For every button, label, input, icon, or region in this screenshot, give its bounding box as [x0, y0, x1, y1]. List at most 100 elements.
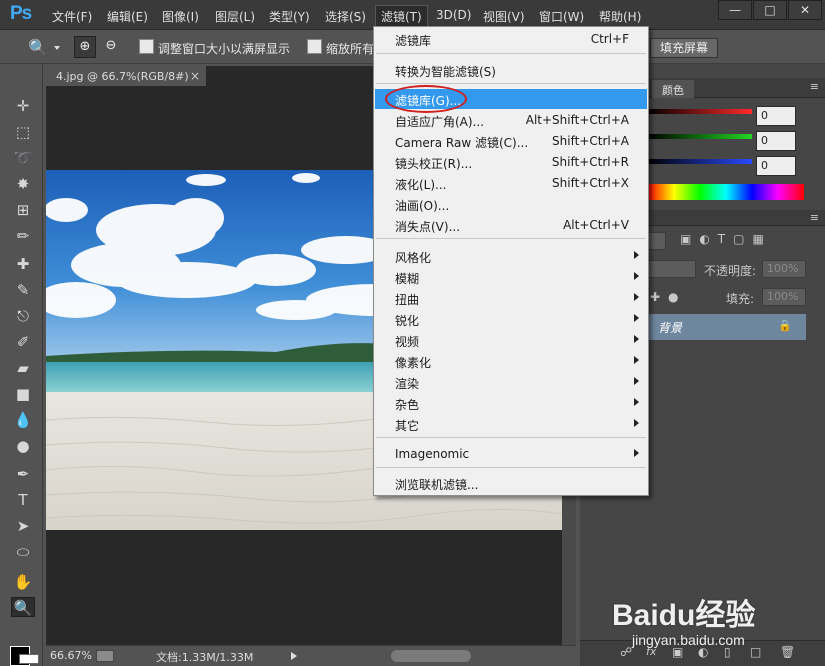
menu-item-label: 其它	[395, 419, 420, 433]
blend-mode-dropdown[interactable]	[646, 260, 696, 278]
gradient-tool-icon[interactable]: ■	[11, 384, 35, 404]
tab-color[interactable]: 颜色	[652, 80, 694, 98]
menu-image[interactable]: 图像(I)	[162, 8, 199, 25]
zoom-in-icon[interactable]: ⊕	[74, 36, 96, 58]
green-slider[interactable]	[648, 134, 752, 139]
menu-item-label: 消失点(V)...	[395, 220, 461, 234]
red-slider[interactable]	[648, 109, 752, 114]
zoom-tool-icon[interactable]: 🔍	[28, 38, 48, 57]
menu-item-imagenomic[interactable]: Imagenomic	[375, 444, 647, 464]
brush-tool-icon[interactable]: ✎	[11, 280, 35, 300]
menu-item-video[interactable]: 视频	[375, 330, 647, 350]
healing-brush-icon[interactable]: ✚	[11, 254, 35, 274]
close-icon[interactable]: ✕	[788, 0, 822, 20]
menu-item-label: 滤镜库	[395, 34, 432, 48]
resize-windows-checkbox[interactable]	[139, 39, 154, 54]
menu-item-stylize[interactable]: 风格化	[375, 246, 647, 266]
opacity-field[interactable]: 100%	[762, 260, 806, 278]
lock-icons[interactable]: ✚●	[650, 290, 687, 304]
red-value[interactable]: 0	[756, 106, 796, 126]
blur-tool-icon[interactable]: 💧	[11, 410, 35, 430]
menu-item-render[interactable]: 渲染	[375, 372, 647, 392]
menu-item-label: 锐化	[395, 314, 420, 328]
watermark-url: jingyan.baidu.com	[632, 632, 745, 648]
menu-item-adaptive-wide-angle[interactable]: 自适应广角(A)... Alt+Shift+Ctrl+A	[375, 110, 647, 130]
menu-item-noise[interactable]: 杂色	[375, 393, 647, 413]
menu-file[interactable]: 文件(F)	[52, 8, 92, 25]
menu-item-liquify[interactable]: 液化(L)... Shift+Ctrl+X	[375, 173, 647, 193]
eyedropper-icon[interactable]: ✏	[11, 226, 35, 246]
blue-slider[interactable]	[648, 159, 752, 164]
menu-item-label: 油画(O)...	[395, 199, 450, 213]
menu-view[interactable]: 视图(V)	[483, 8, 525, 25]
zoom-all-checkbox[interactable]	[307, 39, 322, 54]
tab-close-icon[interactable]: ×	[190, 69, 200, 83]
horizontal-scrollbar[interactable]	[391, 650, 471, 662]
lasso-tool-icon[interactable]: ➰	[11, 148, 35, 168]
menu-item-convert-smart-filter[interactable]: 转换为智能滤镜(S)	[375, 60, 647, 80]
menu-item-label: Camera Raw 滤镜(C)...	[395, 136, 529, 150]
menu-3d[interactable]: 3D(D)	[436, 8, 471, 22]
ellipse-tool-icon[interactable]: ⬭	[11, 542, 35, 562]
menu-item-blur[interactable]: 模糊	[375, 267, 647, 287]
menu-type[interactable]: 类型(Y)	[269, 8, 310, 25]
blue-value[interactable]: 0	[756, 156, 796, 176]
background-color-swatch[interactable]	[19, 654, 39, 664]
menu-item-other[interactable]: 其它	[375, 414, 647, 434]
menu-layer[interactable]: 图层(L)	[215, 8, 255, 25]
document-info: 文档:1.33M/1.33M	[156, 651, 254, 664]
menu-item-pixelate[interactable]: 像素化	[375, 351, 647, 371]
layer-kind-dropdown[interactable]	[646, 232, 666, 250]
status-toggle-icon[interactable]	[96, 650, 114, 662]
clone-stamp-icon[interactable]: ⎋	[11, 306, 35, 326]
history-brush-icon[interactable]: ✐	[11, 332, 35, 352]
crop-tool-icon[interactable]: ⊞	[11, 200, 35, 220]
menu-item-browse-online-filters[interactable]: 浏览联机滤镜...	[375, 473, 647, 493]
menu-help[interactable]: 帮助(H)	[599, 8, 641, 25]
pen-tool-icon[interactable]: ✒	[11, 464, 35, 484]
menu-edit[interactable]: 编辑(E)	[107, 8, 148, 25]
menu-item-camera-raw[interactable]: Camera Raw 滤镜(C)... Shift+Ctrl+A	[375, 131, 647, 151]
type-tool-icon[interactable]: T	[11, 490, 35, 510]
zoom-out-icon[interactable]: ⊖	[100, 36, 122, 58]
menu-select[interactable]: 选择(S)	[325, 8, 366, 25]
layer-filter-icons[interactable]: ▣◐T▢▦	[680, 232, 772, 246]
filter-menu: 滤镜库 Ctrl+F 转换为智能滤镜(S) 滤镜库(G)... 自适应广角(A)…	[373, 26, 649, 496]
layer-row-background[interactable]: 背景 🔒	[648, 314, 806, 340]
watermark-brand: Baidu经验	[612, 599, 756, 632]
menu-item-distort[interactable]: 扭曲	[375, 288, 647, 308]
document-tab[interactable]: 4.jpg @ 66.7%(RGB/8#) ×	[46, 66, 206, 86]
maximize-icon[interactable]: □	[753, 0, 787, 20]
move-tool-icon[interactable]: ✛	[11, 96, 35, 116]
menu-item-label: 视频	[395, 335, 420, 349]
magic-wand-icon[interactable]: ✸	[11, 174, 35, 194]
hand-tool-icon[interactable]: ✋	[11, 572, 35, 592]
menu-item-shortcut: Alt+Ctrl+V	[563, 218, 629, 232]
menu-item-lens-correction[interactable]: 镜头校正(R)... Shift+Ctrl+R	[375, 152, 647, 172]
menu-filter[interactable]: 滤镜(T)	[375, 5, 428, 27]
dodge-tool-icon[interactable]: ●	[11, 436, 35, 456]
color-spectrum[interactable]	[648, 184, 804, 200]
menu-item-sharpen[interactable]: 锐化	[375, 309, 647, 329]
zoom-level[interactable]: 66.67%	[50, 649, 92, 662]
zoom-tool-sidebar-icon[interactable]: 🔍	[11, 597, 35, 617]
baidu-watermark: Baidu经验 jingyan.baidu.com	[612, 588, 822, 658]
minimize-icon[interactable]: —	[718, 0, 752, 20]
menu-item-label: 自适应广角(A)...	[395, 115, 485, 129]
fill-field[interactable]: 100%	[762, 288, 806, 306]
status-menu-arrow-icon[interactable]	[291, 652, 297, 660]
chevron-down-icon[interactable]	[54, 46, 60, 50]
path-selection-icon[interactable]: ➤	[11, 516, 35, 536]
menu-item-last-filter[interactable]: 滤镜库 Ctrl+F	[375, 29, 647, 49]
menu-item-label: 扭曲	[395, 293, 420, 307]
green-value[interactable]: 0	[756, 131, 796, 151]
menu-item-oil-paint[interactable]: 油画(O)...	[375, 194, 647, 214]
fill-screen-button[interactable]: 填充屏幕	[650, 38, 718, 58]
marquee-tool-icon[interactable]: ⬚	[11, 122, 35, 142]
eraser-icon[interactable]: ▰	[11, 358, 35, 378]
menu-window[interactable]: 窗口(W)	[539, 8, 584, 25]
layers-panel-menu-icon[interactable]: ≡	[810, 211, 819, 224]
menu-item-vanishing-point[interactable]: 消失点(V)... Alt+Ctrl+V	[375, 215, 647, 235]
panel-menu-icon[interactable]: ≡	[810, 80, 819, 93]
layer-name: 背景	[658, 321, 683, 335]
